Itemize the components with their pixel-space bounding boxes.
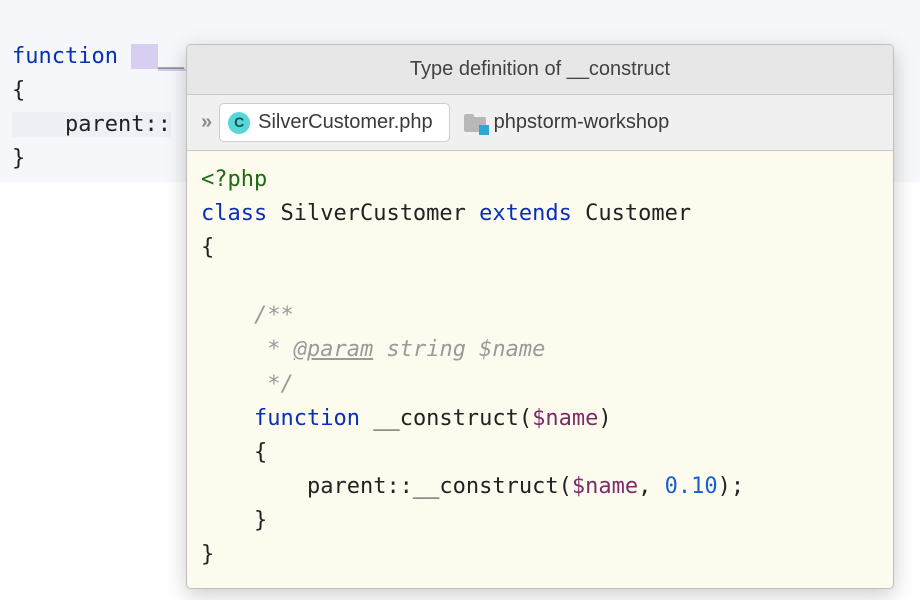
popup-breadcrumbs: » C SilverCustomer.php phpstorm-workshop [187, 95, 893, 151]
php-open-tag: <?php [201, 167, 267, 192]
close-paren: ) [598, 406, 611, 431]
docblock-open: /** [254, 303, 294, 328]
docblock-close: */ [254, 372, 294, 397]
breadcrumb-file[interactable]: C SilverCustomer.php [219, 103, 450, 142]
param-name: $name [532, 406, 598, 431]
breadcrumb-more-icon[interactable]: » [201, 107, 209, 138]
parent-call-prefix: parent::__construct( [307, 474, 572, 499]
class-brace-close: } [201, 542, 214, 567]
comma: , [638, 474, 665, 499]
popup-title: Type definition of __construct [187, 45, 893, 95]
docblock-line: * @param string $name [254, 337, 545, 362]
type-definition-popup: Type definition of __construct » C Silve… [186, 44, 894, 589]
class-name: SilverCustomer [280, 201, 465, 226]
breadcrumb-project-label: phpstorm-workshop [494, 107, 670, 138]
breadcrumb-project[interactable]: phpstorm-workshop [460, 107, 670, 138]
class-brace-open: { [201, 235, 214, 260]
popup-code[interactable]: <?php class SilverCustomer extends Custo… [187, 151, 893, 588]
keyword-function: function [12, 44, 118, 69]
parent-scope: parent:: [65, 112, 171, 137]
arg-number: 0.10 [665, 474, 718, 499]
brace-open: { [12, 78, 25, 103]
keyword-function: function [254, 406, 360, 431]
open-paren: ( [519, 406, 532, 431]
brace-close: } [12, 146, 25, 171]
super-class-name: Customer [585, 201, 691, 226]
selection-underscore [131, 44, 158, 69]
docblock-tag-param: @param [294, 337, 373, 362]
call-close: ); [718, 474, 745, 499]
method-brace-close: } [254, 508, 267, 533]
keyword-extends: extends [479, 201, 572, 226]
folder-icon [464, 114, 486, 132]
method-name: __construct [373, 406, 519, 431]
keyword-class: class [201, 201, 267, 226]
breadcrumb-file-label: SilverCustomer.php [258, 107, 433, 138]
method-brace-open: { [254, 440, 267, 465]
arg-name: $name [572, 474, 638, 499]
class-file-icon: C [228, 112, 250, 134]
indent [12, 112, 65, 137]
